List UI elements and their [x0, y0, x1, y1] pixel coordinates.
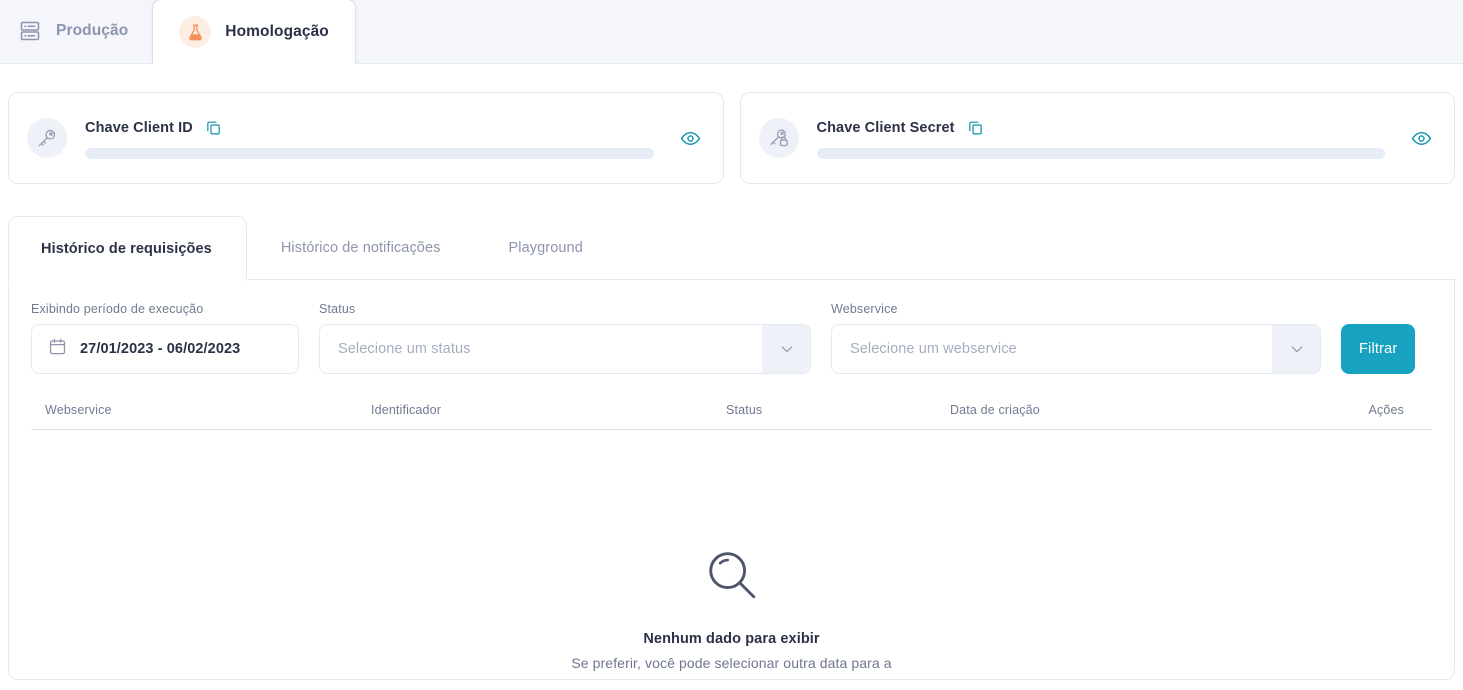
- column-header-status: Status: [726, 402, 763, 417]
- webservice-field: Webservice Selecione um webservice: [831, 302, 1321, 374]
- date-range-label: Exibindo período de execução: [31, 302, 204, 316]
- panel-body: Exibindo período de execução 27/01/2023 …: [8, 280, 1455, 680]
- column-header-identificador: Identificador: [371, 402, 442, 417]
- status-label: Status: [319, 302, 356, 316]
- server-icon: [18, 19, 42, 43]
- magnifier-icon: [703, 546, 761, 609]
- tabstrip-spacer: [616, 216, 1455, 280]
- column-header-acoes: Ações: [1368, 402, 1404, 417]
- credential-body: Chave Client Secret: [816, 117, 1386, 159]
- requests-table-header: Webservice Identificador Status Data de …: [31, 390, 1432, 430]
- filters-row: Exibindo período de execução 27/01/2023 …: [9, 280, 1454, 390]
- env-tab-producao-label: Produção: [56, 22, 129, 39]
- credential-title-row: Chave Client ID: [85, 119, 654, 136]
- tab-label: Histórico de notificações: [280, 239, 441, 256]
- tab-playground[interactable]: Playground: [474, 216, 617, 280]
- credential-title-row: Chave Client Secret: [817, 119, 1386, 136]
- copy-icon[interactable]: [205, 119, 222, 136]
- webservice-select-value: Selecione um webservice: [850, 341, 1017, 357]
- copy-icon[interactable]: [967, 119, 984, 136]
- tab-historico-notificacoes[interactable]: Histórico de notificações: [246, 216, 475, 280]
- status-select[interactable]: Selecione um status: [319, 324, 811, 374]
- env-tab-producao[interactable]: Produção: [0, 0, 152, 63]
- webservice-label: Webservice: [831, 302, 898, 316]
- tabstrip: Histórico de requisições Histórico de no…: [8, 216, 1455, 281]
- key-icon: [27, 118, 67, 158]
- webservice-select[interactable]: Selecione um webservice: [831, 324, 1321, 374]
- env-tab-homologacao[interactable]: Homologação: [152, 0, 356, 64]
- credential-card-client-id: Chave Client ID: [8, 92, 724, 184]
- environment-tab-bar: Produção Homologação: [0, 0, 1463, 64]
- empty-state-subtitle: Se preferir, você pode selecionar outra …: [571, 655, 892, 671]
- key-lock-icon: [758, 118, 799, 158]
- filtrar-button[interactable]: Filtrar: [1341, 324, 1416, 374]
- empty-state-title: Nenhum dado para exibir: [643, 631, 820, 647]
- credential-value-skeleton: [85, 148, 654, 159]
- credential-card-client-secret: Chave Client Secret: [739, 92, 1455, 184]
- status-select-value: Selecione um status: [338, 341, 471, 357]
- column-header-webservice: Webservice: [45, 402, 112, 417]
- credential-title: Chave Client Secret: [816, 119, 955, 136]
- date-range-field: Exibindo período de execução 27/01/2023 …: [31, 302, 299, 374]
- date-range-value: 27/01/2023 - 06/02/2023: [80, 341, 241, 357]
- env-tab-homologacao-label: Homologação: [225, 23, 329, 40]
- eye-icon[interactable]: [680, 128, 701, 149]
- credential-body: Chave Client ID: [85, 117, 654, 159]
- status-field: Status Selecione um status: [319, 302, 811, 374]
- credentials-row: Chave Client ID Chave Client Secret: [0, 64, 1463, 184]
- empty-state: Nenhum dado para exibir Se preferir, voc…: [9, 430, 1454, 671]
- tab-historico-requisicoes[interactable]: Histórico de requisições: [8, 216, 247, 281]
- credential-title: Chave Client ID: [85, 119, 193, 136]
- flask-icon: [179, 16, 212, 48]
- credential-value-skeleton: [816, 148, 1385, 159]
- tab-label: Playground: [508, 239, 583, 256]
- chevron-down-icon[interactable]: [762, 325, 810, 373]
- eye-icon[interactable]: [1411, 128, 1432, 149]
- column-header-data-criacao: Data de criação: [950, 402, 1040, 417]
- history-panel: Histórico de requisições Histórico de no…: [0, 184, 1463, 680]
- chevron-down-icon[interactable]: [1272, 325, 1320, 373]
- calendar-icon: [48, 337, 67, 361]
- tab-label: Histórico de requisições: [41, 240, 212, 257]
- date-range-picker[interactable]: 27/01/2023 - 06/02/2023: [31, 324, 299, 374]
